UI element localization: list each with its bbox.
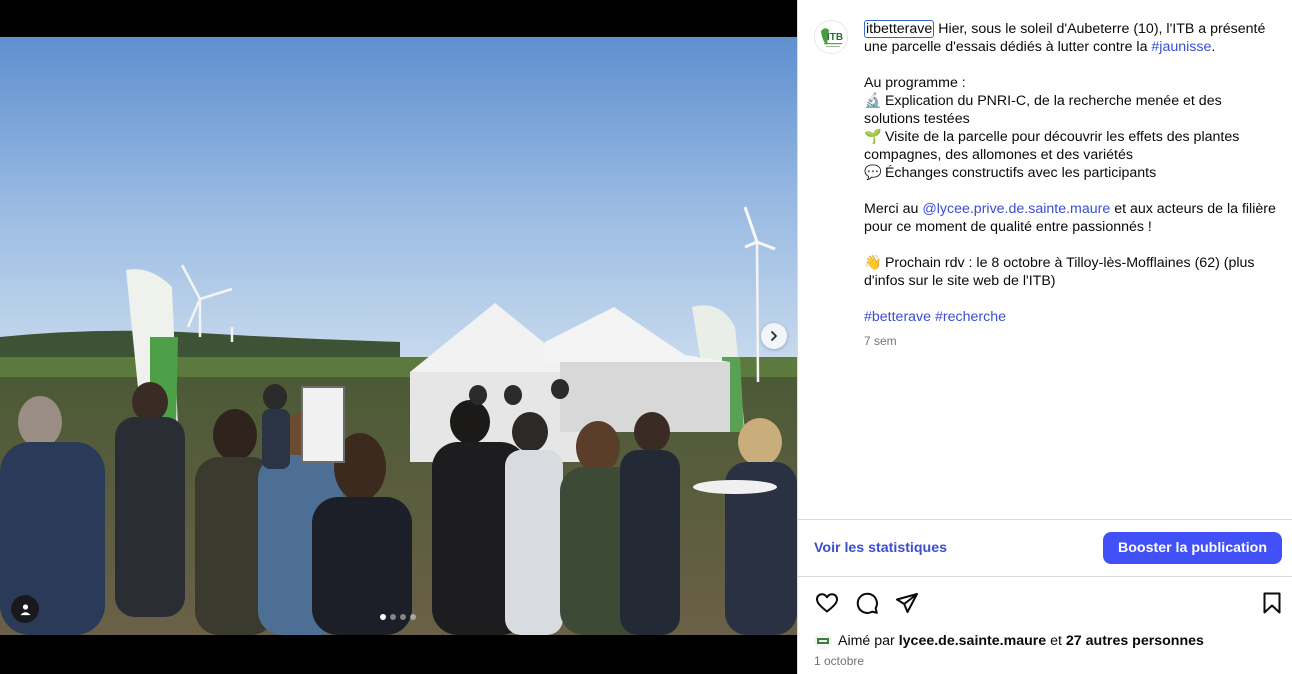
post-caption: itbetterave Hier, sous le soleil d'Aubet… [864,20,1289,326]
caption-text: solutions testées [864,111,970,127]
svg-text:ITB: ITB [827,32,843,43]
caption-text: Hier, sous le soleil d'Aubeterre (10), l… [934,21,1266,37]
caption-text: Échanges constructifs avec les participa… [881,165,1157,181]
carousel-dot [380,614,386,620]
post-details-panel: ITB itbetterave Hier, sous le soleil d'A… [797,0,1292,674]
boost-post-button[interactable]: Booster la publication [1103,532,1282,564]
carousel-dot [400,614,406,620]
mention-link[interactable]: @lycee.prive.de.sainte.maure [922,201,1110,217]
carousel-dot [390,614,396,620]
author-avatar[interactable]: ITB [814,20,848,54]
insights-bar: Voir les statistiques Booster la publica… [798,519,1292,577]
hashtag-link[interactable]: #betterave [864,309,931,325]
user-tag-icon [19,603,31,615]
comment-button[interactable] [854,590,880,616]
tagged-users-button[interactable] [11,595,39,623]
caption-text: une parcelle d'essais dédiés à lutter co… [864,39,1152,55]
likes-connector: et [1046,633,1066,649]
caption-text: Explication du PNRI-C, de la recherche m… [881,93,1222,109]
hashtag-link[interactable]: #jaunisse [1151,39,1211,55]
save-button[interactable] [1259,590,1285,616]
hashtag-link[interactable]: #recherche [935,309,1006,325]
chevron-right-icon [771,331,777,341]
caption-text: d'infos sur le site web de l'ITB) [864,273,1056,289]
post-date: 1 octobre [814,654,865,668]
caption-text: Visite de la parcelle pour découvrir les… [881,129,1240,145]
caption-text: et aux acteurs de la filière [1110,201,1276,217]
comment-icon [856,592,878,614]
likes-others-link[interactable]: 27 autres personnes [1066,633,1204,649]
liker-username[interactable]: lycee.de.sainte.maure [899,633,1046,649]
like-button[interactable] [814,590,840,616]
view-insights-link[interactable]: Voir les statistiques [814,540,947,556]
instagram-post-view: ITB itbetterave Hier, sous le soleil d'A… [0,0,1292,674]
caption-text: compagnes, des allomones et des variétés [864,147,1133,163]
carousel-indicators [380,614,416,620]
share-icon [896,593,918,613]
itb-logo-icon: ITB [815,21,847,53]
waving-hand-emoji-icon: 👋 [864,255,882,271]
caption-text: Merci au [864,201,923,217]
caption-section: ITB itbetterave Hier, sous le soleil d'A… [798,0,1292,519]
author-username[interactable]: itbetterave [864,20,935,38]
microscope-emoji-icon: 🔬 [864,93,882,109]
liker-avatar[interactable] [814,632,832,650]
heart-icon [816,593,838,613]
seedling-emoji-icon: 🌱 [864,129,882,145]
bookmark-icon [1263,592,1281,614]
post-time-ago: 7 sem [864,334,897,348]
carousel-next-button[interactable] [761,323,787,349]
carousel-dot [410,614,416,620]
speech-bubble-emoji-icon: 💬 [864,165,882,181]
caption-text: Prochain rdv : le 8 octobre à Tilloy-lès… [881,255,1255,271]
caption-text: . [1211,39,1216,55]
likes-summary: Aimé par lycee.de.sainte.maure et 27 aut… [814,632,1204,650]
caption-text: Au programme : [864,75,966,91]
post-photo[interactable] [0,37,797,635]
post-actions-bar [798,586,1292,622]
lycee-logo-icon [814,632,832,650]
media-panel [0,0,797,674]
photo-illustration [0,37,797,635]
likes-prefix: Aimé par [838,633,899,649]
share-button[interactable] [894,590,920,616]
caption-text: pour ce moment de qualité entre passionn… [864,219,1152,235]
